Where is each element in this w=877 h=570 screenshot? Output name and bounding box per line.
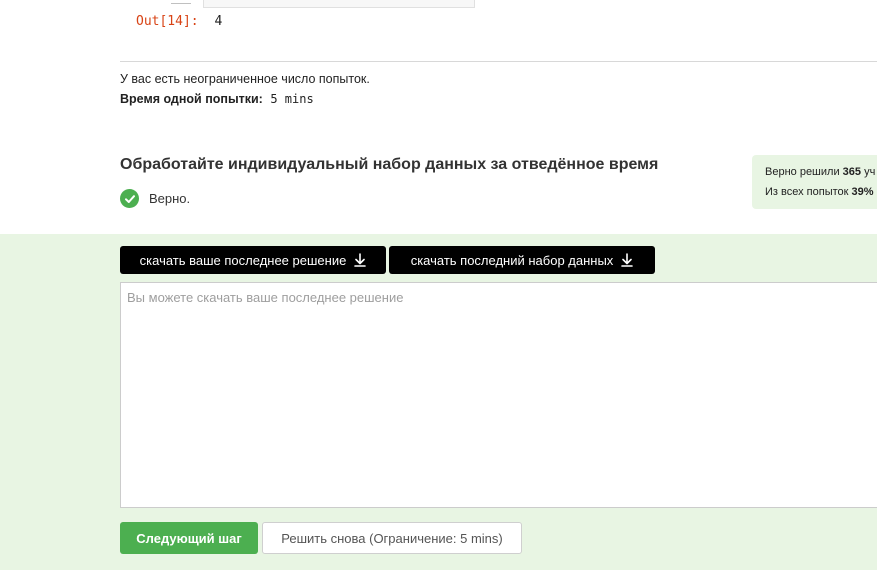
stats-panel: Верно решили 365 уч Из всех попыток 39%	[752, 155, 877, 209]
attempts-percent: 39%	[851, 186, 874, 198]
verdict-status: Верно.	[120, 189, 190, 208]
stats-solved: Верно решили 365 уч	[765, 166, 876, 178]
retry-button[interactable]: Решить снова (Ограничение: 5 mins)	[262, 522, 522, 554]
attempt-time-label: Время одной попытки:	[120, 92, 263, 106]
next-step-button[interactable]: Следующий шаг	[120, 522, 258, 554]
verdict-text: Верно.	[149, 191, 191, 206]
download-arrow-icon	[354, 253, 367, 267]
download-dataset-button[interactable]: скачать последний набор данных	[389, 246, 655, 274]
attempt-time-value: 5 mins	[270, 92, 314, 106]
attempt-time: Время одной попытки: 5 mins	[120, 92, 314, 106]
check-circle-icon	[120, 189, 139, 208]
attempts-info: У вас есть неограниченное число попыток.	[120, 72, 370, 86]
solved-count: 365	[842, 166, 862, 178]
task-title: Обработайте индивидуальный набор данных …	[120, 156, 659, 173]
out-prompt: Out[14]:	[136, 14, 199, 29]
notebook-output: Out[14]: 4	[136, 14, 222, 29]
stats-attempts: Из всех попыток 39%	[765, 186, 874, 198]
cell-prompt-top	[171, 0, 191, 4]
out-value: 4	[214, 14, 223, 29]
download-solution-button[interactable]: скачать ваше последнее решение	[120, 246, 386, 274]
code-cell-bottom-edge	[203, 0, 475, 8]
solution-textarea[interactable]	[120, 282, 877, 508]
download-arrow-icon	[621, 253, 634, 267]
divider	[120, 61, 877, 62]
